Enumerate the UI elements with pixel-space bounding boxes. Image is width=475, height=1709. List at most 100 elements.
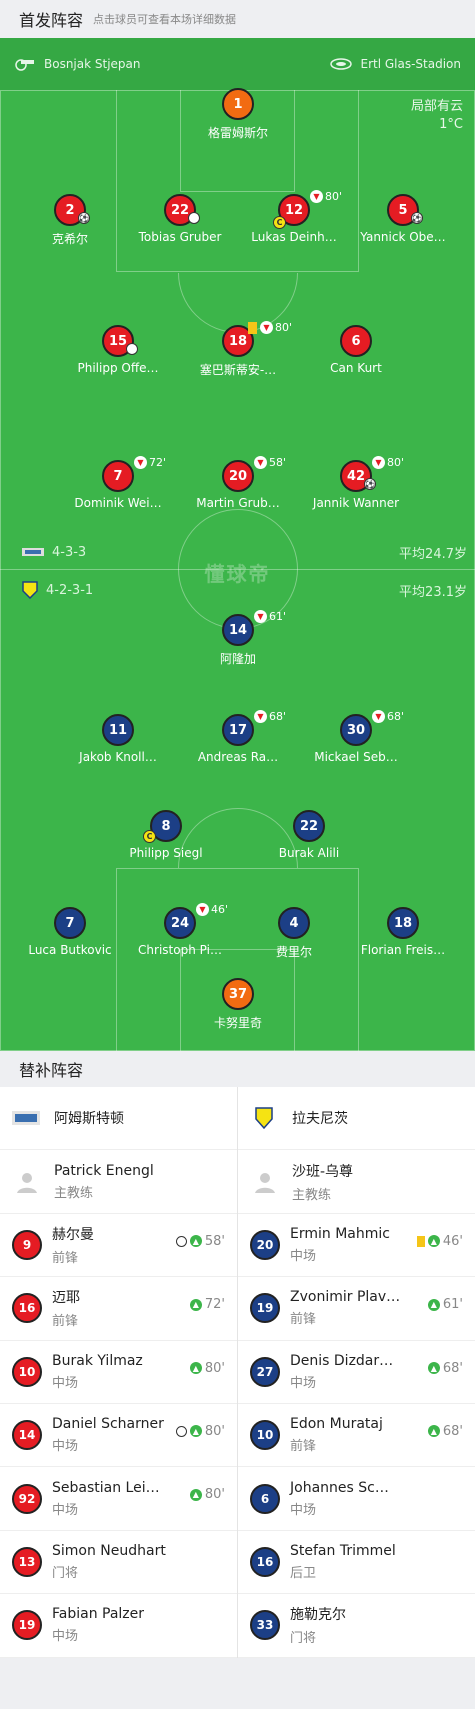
away-player[interactable]: 11 Jakob Knoll… bbox=[68, 714, 168, 764]
player-name: 塞巴斯蒂安-… bbox=[199, 363, 277, 377]
player-name: 迈耶 bbox=[52, 1290, 80, 1307]
sub-in-icon: ▲ bbox=[189, 1425, 202, 1438]
sub-player-row[interactable]: 9 赫尔曼 前锋 ▲ 58' bbox=[0, 1214, 237, 1278]
sub-player-row[interactable]: 14 Daniel Scharner 中场 ▲ 80' bbox=[0, 1404, 237, 1468]
home-team-meta: 4-3-3 平均24.7岁 bbox=[22, 542, 467, 562]
sub-off: ▼ 80' bbox=[260, 321, 292, 334]
player-number: 11 bbox=[102, 714, 134, 746]
player-name: Philipp Siegl bbox=[129, 846, 203, 860]
home-player[interactable]: 22 Tobias Gruber bbox=[130, 194, 230, 244]
away-player[interactable]: 37 卡努里奇 bbox=[188, 978, 288, 1031]
sub-events: ▲ 80' bbox=[189, 1487, 225, 1502]
player-name: Florian Freis… bbox=[360, 943, 446, 957]
player-name: 克希尔 bbox=[51, 232, 88, 246]
sub-events: ▲ 68' bbox=[427, 1361, 463, 1376]
sub-out-icon: ▼ bbox=[254, 456, 267, 469]
player-position: 中场 bbox=[52, 1439, 79, 1455]
away-player[interactable]: 17 ▼ 68' Andreas Ra… bbox=[188, 710, 288, 764]
weather-temp: 1°C bbox=[439, 117, 463, 132]
player-position: 前锋 bbox=[52, 1314, 79, 1330]
sub-player-row[interactable]: 10 Edon Murataj 前锋 ▲ 68' bbox=[238, 1404, 475, 1468]
player-position: 中场 bbox=[52, 1502, 79, 1518]
home-player[interactable]: 6 Can Kurt bbox=[306, 325, 406, 375]
sub-out-icon: ▼ bbox=[254, 710, 267, 723]
away-player[interactable]: 18 Florian Freis… bbox=[353, 907, 453, 957]
player-name: Zvonimir Plav… bbox=[290, 1289, 401, 1306]
player-position: 中场 bbox=[290, 1375, 317, 1391]
away-player[interactable]: 7 Luca Butkovic bbox=[20, 907, 120, 957]
player-number: 33 bbox=[250, 1610, 280, 1641]
player-number: 37 bbox=[222, 978, 254, 1010]
player-name: Lukas Deinh… bbox=[251, 230, 337, 244]
home-subs-column: 阿姆斯特顿 Patrick Enengl 主教练 9 赫尔曼 前锋 ▲ 58' 16… bbox=[0, 1087, 237, 1658]
away-team-logo-icon bbox=[22, 581, 38, 599]
sub-player-row[interactable]: 92 Sebastian Lei… 中场 ▲ 80' bbox=[0, 1467, 237, 1531]
away-player[interactable]: 4 费里尔 bbox=[244, 907, 344, 960]
away-player[interactable]: 22 Burak Alili bbox=[259, 810, 359, 860]
sub-player-row[interactable]: 20 Ermin Mahmic 中场 ▲ 46' bbox=[238, 1214, 475, 1278]
lineup-hint: 点击球员可查看本场详细数据 bbox=[93, 13, 237, 26]
sub-player-row[interactable]: 16 迈耶 前锋 ▲ 72' bbox=[0, 1277, 237, 1341]
home-coach-row[interactable]: Patrick Enengl 主教练 bbox=[0, 1150, 237, 1214]
sub-player-row[interactable]: 19 Zvonimir Plav… 前锋 ▲ 61' bbox=[238, 1277, 475, 1341]
away-coach-row[interactable]: 沙班-乌尊 主教练 bbox=[238, 1150, 475, 1214]
player-name: Sebastian Lei… bbox=[52, 1479, 160, 1496]
sub-player-row[interactable]: 13 Simon Neudhart 门将 bbox=[0, 1531, 237, 1595]
captain-icon: C bbox=[143, 830, 156, 843]
sub-player-row[interactable]: 27 Denis Dizdar… 中场 ▲ 68' bbox=[238, 1341, 475, 1404]
player-name: Can Kurt bbox=[330, 361, 382, 375]
player-number: 19 bbox=[12, 1610, 42, 1641]
player-name: 格雷姆斯尔 bbox=[207, 126, 268, 140]
home-player[interactable]: 18 ▼ 80' 塞巴斯蒂安-… bbox=[188, 321, 292, 378]
player-name: Luca Butkovic bbox=[28, 943, 112, 957]
sub-out-icon: ▼ bbox=[134, 456, 147, 469]
referee-name: Bosnjak Stjepan bbox=[44, 57, 141, 71]
away-team-row[interactable]: 拉夫尼茨 bbox=[238, 1087, 475, 1151]
home-player[interactable]: 5 ⚽ Yannick Obe… bbox=[353, 194, 453, 244]
home-player[interactable]: 2 ⚽ 克希尔 bbox=[20, 194, 120, 247]
player-name: Dominik Wei… bbox=[74, 496, 162, 510]
coach-name: 沙班-乌尊 bbox=[292, 1163, 354, 1180]
sub-player-row[interactable]: 6 Johannes Sc… 中场 bbox=[238, 1467, 475, 1531]
sub-in-icon: ▲ bbox=[427, 1425, 440, 1438]
player-name: Andreas Ra… bbox=[197, 750, 279, 764]
sub-events: ▲ 80' bbox=[189, 1361, 225, 1376]
sub-out-icon: ▼ bbox=[254, 610, 267, 623]
goal-icon: ⚽ bbox=[364, 478, 376, 490]
home-player[interactable]: 7 ▼ 72' Dominik Wei… bbox=[68, 456, 168, 510]
coach-name: Patrick Enengl bbox=[54, 1162, 154, 1179]
sub-player-row[interactable]: 19 Fabian Palzer 中场 bbox=[0, 1594, 237, 1658]
sub-off: ▼ 80' bbox=[310, 190, 342, 203]
goal-icon: ⚽ bbox=[411, 212, 423, 224]
player-number: 7 bbox=[54, 907, 86, 939]
sub-out-icon: ▼ bbox=[196, 903, 209, 916]
sub-out-icon: ▼ bbox=[372, 710, 385, 723]
home-player[interactable]: 42 ▼ 80' ⚽ Jannik Wanner bbox=[306, 456, 406, 510]
player-name: Christoph Pi… bbox=[138, 943, 222, 957]
home-player[interactable]: 20 ▼ 58' Martin Grub… bbox=[188, 456, 288, 510]
sub-in-icon: ▲ bbox=[189, 1362, 202, 1375]
sub-player-row[interactable]: 16 Stefan Trimmel 后卫 bbox=[238, 1531, 475, 1595]
subs-list: 阿姆斯特顿 Patrick Enengl 主教练 9 赫尔曼 前锋 ▲ 58' 16… bbox=[0, 1087, 475, 1658]
sub-player-row[interactable]: 10 Burak Yilmaz 中场 ▲ 80' bbox=[0, 1341, 237, 1404]
coach-avatar-icon bbox=[255, 1172, 275, 1193]
match-info-bar: Bosnjak Stjepan Ertl Glas-Stadion bbox=[0, 38, 475, 90]
player-number: 16 bbox=[250, 1546, 280, 1577]
sub-in-icon: ▲ bbox=[189, 1488, 202, 1501]
player-name: 施勒克尔 bbox=[290, 1607, 346, 1624]
player-name: 阿隆加 bbox=[219, 652, 256, 666]
player-number: 1 bbox=[222, 88, 254, 120]
subs-header: 替补阵容 bbox=[0, 1051, 475, 1087]
home-team-row[interactable]: 阿姆斯特顿 bbox=[0, 1087, 237, 1151]
sub-events: ▲ 72' bbox=[189, 1297, 225, 1312]
sub-player-row[interactable]: 33 施勒克尔 门将 bbox=[238, 1594, 475, 1658]
player-number: 19 bbox=[250, 1293, 280, 1324]
home-player[interactable]: 15 Philipp Offe… bbox=[68, 325, 168, 375]
away-player[interactable]: 8 C Philipp Siegl bbox=[116, 810, 216, 860]
away-player[interactable]: 24 ▼ 46' Christoph Pi… bbox=[130, 903, 230, 957]
player-number: 24 bbox=[164, 907, 196, 939]
away-player[interactable]: 14 ▼ 61' 阿隆加 bbox=[188, 610, 288, 667]
home-player[interactable]: 1 格雷姆斯尔 bbox=[188, 88, 288, 141]
home-player[interactable]: 12 ▼ 80' C Lukas Deinh… bbox=[244, 190, 344, 244]
away-player[interactable]: 30 ▼ 68' Mickael Seb… bbox=[306, 710, 406, 764]
